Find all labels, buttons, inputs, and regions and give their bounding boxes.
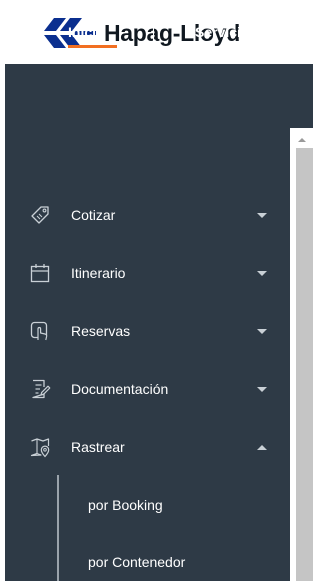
nav-divider: [153, 20, 154, 44]
sidebar-item-label: Rastrear: [71, 439, 125, 455]
booking-hand-icon: [30, 321, 48, 341]
sidebar-item-label: Documentación: [71, 381, 169, 397]
sidebar-item-label: Itinerario: [71, 265, 126, 281]
document-edit-icon: [32, 379, 51, 399]
nav-home[interactable]: Inicio: [68, 24, 105, 40]
chevron-down-icon: [257, 387, 267, 392]
nav-services-info[interactable]: Servicios e Inf: [195, 24, 290, 40]
submenu-guide-line: [57, 475, 59, 581]
sidebar-item-documentacion[interactable]: Documentación: [5, 361, 290, 419]
chevron-down-icon: [257, 271, 267, 276]
scrollbar-track[interactable]: [296, 148, 313, 581]
sidebar-item-cotizar[interactable]: Cotizar: [5, 187, 290, 245]
map-pin-icon: [30, 438, 50, 458]
submenu-item-por-booking[interactable]: por Booking: [88, 497, 163, 513]
sidebar-item-itinerario[interactable]: Itinerario: [5, 245, 290, 303]
chevron-up-icon: [257, 445, 267, 450]
scroll-up-arrow-icon[interactable]: [296, 134, 308, 146]
calendar-icon: [30, 264, 50, 283]
submenu-item-por-contenedor[interactable]: por Contenedor: [88, 554, 185, 570]
sidebar-item-label: Cotizar: [71, 207, 116, 223]
price-tag-icon: [31, 206, 49, 224]
chevron-down-icon: [257, 329, 267, 334]
top-navigation: [5, 64, 313, 128]
active-nav-indicator: [68, 45, 117, 48]
sidebar-item-label: Reservas: [71, 323, 131, 339]
sidebar-item-reservas[interactable]: Reservas: [5, 303, 290, 361]
sidebar-item-rastrear[interactable]: Rastrear: [5, 419, 290, 477]
chevron-down-icon: [257, 213, 267, 218]
